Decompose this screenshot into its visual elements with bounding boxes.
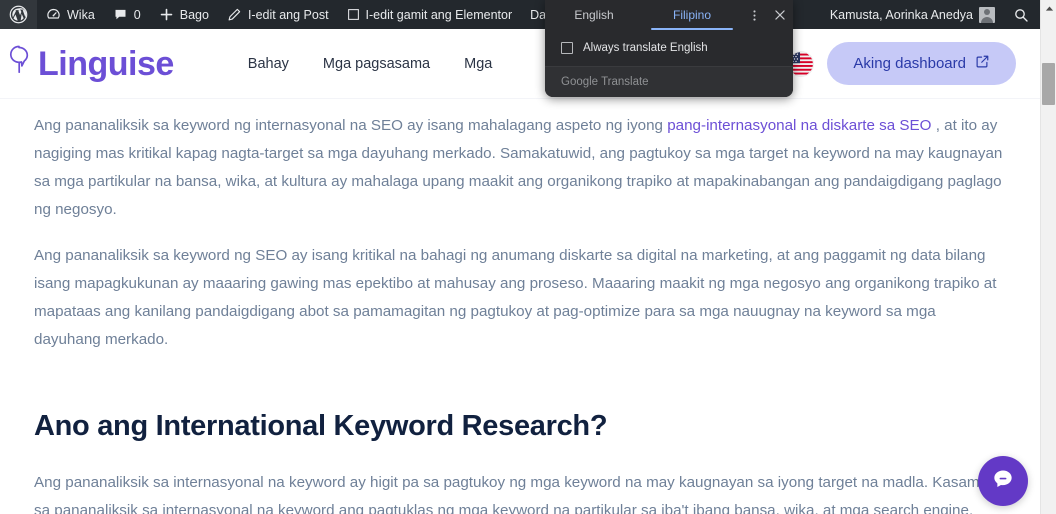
site-logo[interactable]: Linguise xyxy=(6,43,174,84)
my-dashboard-label: Aking dashboard xyxy=(853,55,966,72)
google-translate-brand: Google Translate xyxy=(561,76,649,88)
admin-bar-label-elementor: I-edit gamit ang Elementor xyxy=(365,7,513,22)
linguise-pen-bubble-icon xyxy=(6,43,32,84)
admin-bar-wordpress-logo[interactable] xyxy=(0,0,37,29)
admin-bar-comment-count: 0 xyxy=(133,7,141,22)
admin-bar-item-edit-post[interactable]: I-edit ang Post xyxy=(218,0,338,29)
chat-bubble-icon xyxy=(990,466,1016,497)
main-navigation: Bahay Mga pagsasama Mga xyxy=(248,56,493,72)
wordpress-logo-icon xyxy=(9,5,28,24)
admin-bar-search-button[interactable] xyxy=(1004,0,1038,29)
admin-bar-item-elementor[interactable]: I-edit gamit ang Elementor xyxy=(338,0,522,29)
search-icon xyxy=(1013,7,1029,23)
nav-item-mga[interactable]: Mga xyxy=(464,56,492,72)
admin-bar-item-comments[interactable]: 0 xyxy=(104,0,150,29)
tab-filipino-label: Filipino xyxy=(672,8,711,22)
always-translate-label: Always translate English xyxy=(583,42,708,54)
wordpress-admin-bar: Wika 0 Bago I-edit ang Post I-edit gamit… xyxy=(0,0,1040,29)
my-dashboard-button[interactable]: Aking dashboard xyxy=(827,42,1016,85)
google-translate-popup: English Filipino Always translate Englis… xyxy=(545,0,793,97)
paragraph-2: Ang pananaliksik sa keyword ng SEO ay is… xyxy=(34,247,997,348)
site-header: Linguise Bahay Mga pagsasama Mga Aking d… xyxy=(0,29,1040,99)
admin-bar-label-new: Bago xyxy=(179,7,209,22)
avatar xyxy=(979,6,995,23)
tab-english[interactable]: English xyxy=(545,0,643,30)
paragraph-1: Ang pananaliksik sa keyword ng internasy… xyxy=(34,112,1006,224)
site-logo-text: Linguise xyxy=(38,44,174,83)
paragraph-1-text-before-link: Ang pananaliksik sa keyword ng internasy… xyxy=(34,117,668,134)
always-translate-row[interactable]: Always translate English xyxy=(545,30,793,66)
translate-footer: Google Translate xyxy=(545,66,793,97)
admin-bar-account[interactable]: Kamusta, Aorinka Anedya xyxy=(821,0,1004,29)
nav-item-mga-pagsasama[interactable]: Mga pagsasama xyxy=(323,56,430,72)
header-right-group: Aking dashboard xyxy=(789,42,1016,85)
admin-bar-right-group: Kamusta, Aorinka Anedya xyxy=(821,0,1040,29)
comment-icon xyxy=(113,7,128,22)
admin-bar-label-edit-post: I-edit ang Post xyxy=(247,7,329,22)
plus-icon xyxy=(159,7,174,22)
paragraph-3: Ang pananaliksik sa internasyonal na key… xyxy=(34,474,989,514)
international-seo-strategy-link[interactable]: pang-internasyonal na diskarte sa SEO xyxy=(667,117,931,134)
tab-filipino[interactable]: Filipino xyxy=(643,0,741,30)
section-heading: Ano ang International Keyword Research? xyxy=(34,410,608,442)
close-icon[interactable] xyxy=(767,0,793,30)
pencil-icon xyxy=(227,7,242,22)
article-content: Ang pananaliksik sa keyword ng internasy… xyxy=(0,99,1040,514)
nav-item-bahay[interactable]: Bahay xyxy=(248,56,289,72)
dashboard-icon xyxy=(46,7,61,22)
page-scrollbar[interactable] xyxy=(1040,0,1056,514)
translate-language-tabs: English Filipino xyxy=(545,0,793,30)
scroll-thumb[interactable] xyxy=(1042,63,1055,105)
scroll-up-arrow-icon[interactable] xyxy=(1041,0,1056,17)
us-flag-icon[interactable] xyxy=(789,51,814,76)
browser-viewport: Wika 0 Bago I-edit ang Post I-edit gamit… xyxy=(0,0,1056,514)
chat-widget-button[interactable] xyxy=(978,456,1028,506)
elementor-icon xyxy=(347,8,360,21)
external-link-icon xyxy=(975,54,990,73)
tab-english-label: English xyxy=(574,8,614,22)
admin-bar-item-new[interactable]: Bago xyxy=(150,0,218,29)
admin-bar-item-wika[interactable]: Wika xyxy=(37,0,104,29)
admin-bar-greeting: Kamusta, Aorinka Anedya xyxy=(829,7,973,22)
kebab-menu-icon[interactable] xyxy=(741,0,767,30)
admin-bar-label-wika: Wika xyxy=(67,7,95,22)
always-translate-checkbox[interactable] xyxy=(561,42,573,54)
